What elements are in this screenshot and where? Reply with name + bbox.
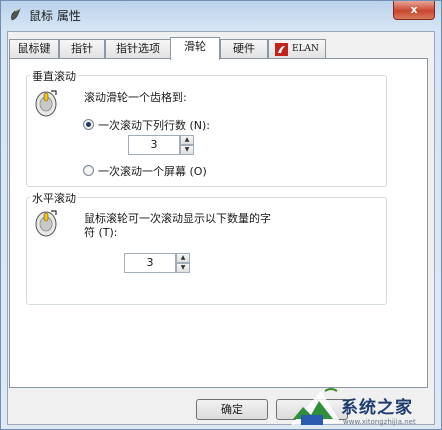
ok-button[interactable]: 确定 xyxy=(196,399,268,420)
tab-strip: 鼠标键 指针 指针选项 滑轮 硬件 ELAN xyxy=(9,37,429,60)
title-bar: 鼠标 属性 x xyxy=(1,1,441,29)
scroll-screen-label: 一次滚动一个屏幕 (O) xyxy=(98,165,207,178)
vertical-scroll-desc: 滚动滑轮一个齿格到: xyxy=(84,91,187,104)
tab-pointer-options[interactable]: 指针选项 xyxy=(105,39,171,58)
spin-up-icon[interactable]: ▲ xyxy=(180,135,194,145)
spin-up-icon[interactable]: ▲ xyxy=(176,253,190,263)
mouse-properties-window: 鼠标 属性 x 鼠标键 指针 指针选项 滑轮 硬件 ELAN 垂直滚动 滚动滑轮… xyxy=(0,0,442,430)
elan-logo-icon xyxy=(275,43,288,56)
watermark-url: www.xitongzhijia.net xyxy=(343,418,416,426)
scroll-lines-radio[interactable] xyxy=(83,119,94,130)
horizontal-scroll-desc-line2: 符 (T): xyxy=(84,226,118,239)
spin-down-icon[interactable]: ▼ xyxy=(180,145,194,155)
horizontal-chars-input[interactable]: 3 xyxy=(124,253,176,273)
wheel-tab-panel: 垂直滚动 滚动滑轮一个齿格到: 一次滚动下列行数 (N): 3 ▲ ▼ 一次滚动… xyxy=(9,58,428,388)
tab-elan-label: ELAN xyxy=(292,44,319,54)
tab-hardware[interactable]: 硬件 xyxy=(220,39,268,58)
tab-wheel[interactable]: 滑轮 xyxy=(170,37,220,60)
scroll-lines-label: 一次滚动下列行数 (N): xyxy=(98,119,211,132)
mouse-wheel-icon xyxy=(35,210,57,237)
watermark-text: 系统之家 xyxy=(341,398,413,418)
horizontal-scroll-title: 水平滚动 xyxy=(30,190,78,206)
spin-down-icon[interactable]: ▼ xyxy=(176,263,190,273)
mouse-app-icon xyxy=(11,8,21,21)
scroll-screen-radio[interactable] xyxy=(83,165,94,176)
tab-pointers[interactable]: 指针 xyxy=(59,39,105,58)
close-button[interactable]: x xyxy=(393,1,435,20)
tab-elan[interactable]: ELAN xyxy=(268,39,326,58)
tab-buttons[interactable]: 鼠标键 xyxy=(9,39,59,58)
vertical-scroll-title: 垂直滚动 xyxy=(30,68,78,84)
scroll-lines-input[interactable]: 3 xyxy=(128,135,180,155)
window-title: 鼠标 属性 xyxy=(29,9,81,23)
mouse-wheel-icon xyxy=(35,90,57,117)
